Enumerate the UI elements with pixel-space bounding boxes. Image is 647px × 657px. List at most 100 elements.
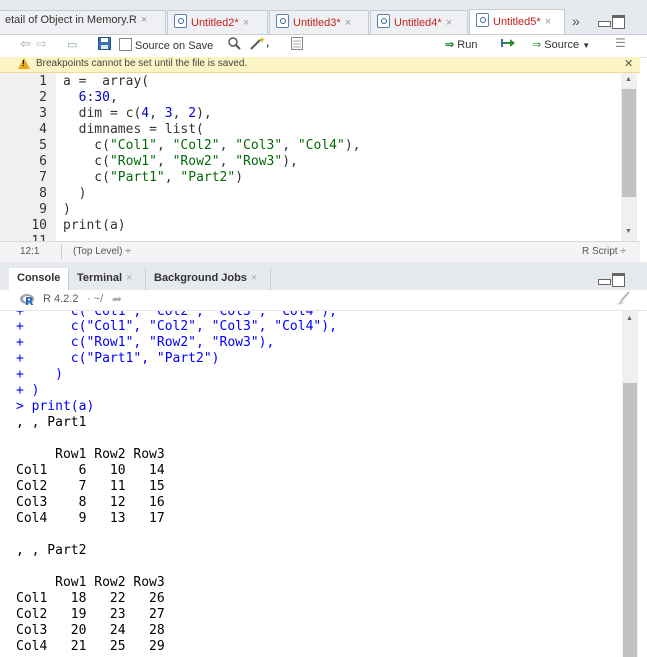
code-line: 2 6:30, <box>0 90 620 106</box>
line-number: 6 <box>39 154 47 169</box>
compile-report-icon[interactable] <box>291 37 303 53</box>
outline-icon[interactable]: ☰ <box>615 36 626 50</box>
source-button[interactable]: ⇒ Source ▼ <box>532 38 590 51</box>
editor-tab-label: Untitled2* <box>191 17 239 29</box>
close-warning-icon[interactable]: ✕ <box>624 57 633 70</box>
close-tab-icon[interactable]: × <box>545 16 551 28</box>
scroll-up-icon[interactable]: ▲ <box>626 315 633 322</box>
console-output[interactable]: + c("Col1", "Col2", "Col3", "Col4"), + c… <box>0 311 622 657</box>
code-line: 6 c("Row1", "Row2", "Row3"), <box>0 154 620 170</box>
maximize-icon[interactable] <box>612 15 625 29</box>
code-line: 5 c("Col1", "Col2", "Col3", "Col4"), <box>0 138 620 154</box>
run-arrow-icon: ⇒ <box>445 39 455 51</box>
editor-status-bar: 12:1 (Top Level) ÷ R Script ÷ <box>0 241 640 262</box>
scroll-up-icon[interactable]: ▲ <box>625 76 632 83</box>
editor-scrollbar[interactable]: ▲ ▼ <box>621 73 637 241</box>
clear-console-icon[interactable] <box>615 291 631 310</box>
console-tab-terminal[interactable]: Terminal × <box>69 268 146 290</box>
working-directory[interactable]: · ~/ <box>87 293 103 305</box>
rerun-icon[interactable] <box>500 37 518 52</box>
console-tab-bar: Console Terminal × Background Jobs × <box>0 268 647 291</box>
console-tab-label: Terminal <box>77 272 123 284</box>
code-line: 4 dimnames = list( <box>0 122 620 138</box>
code-text: dim = c(4, 3, 2), <box>63 106 212 121</box>
r-file-icon <box>377 14 390 28</box>
code-line: 9) <box>0 202 620 218</box>
close-tab-icon[interactable]: × <box>345 17 351 29</box>
console-line: + c("Col1", "Col2", "Col3", "Col4"), <box>16 319 337 334</box>
code-line: 8 ) <box>0 186 620 202</box>
code-line: 1 a = array( <box>0 74 620 90</box>
tab-overflow-icon[interactable]: » <box>572 13 580 29</box>
line-number: 7 <box>39 170 47 185</box>
find-replace-icon[interactable] <box>228 37 241 53</box>
code-line: 10 print(a) <box>0 218 620 234</box>
code-tools-wand-icon[interactable] <box>250 36 272 53</box>
editor-tab-label: Untitled3* <box>293 17 341 29</box>
console-tab-label: Background Jobs <box>154 272 247 284</box>
editor-tab-label: Untitled4* <box>394 17 442 29</box>
console-line: + ) <box>16 383 40 398</box>
minimize-icon[interactable] <box>598 21 611 27</box>
console-tab-console[interactable]: Console <box>9 268 69 291</box>
source-on-save-label: Source on Save <box>135 40 214 52</box>
editor-toolbar: ⇦ ⇨ ▭ Source on Save ⇒ Run ⇒ Source ▼ ☰ <box>0 35 647 58</box>
close-tab-icon[interactable]: × <box>251 272 257 284</box>
r-file-icon <box>476 13 489 27</box>
line-number: 1 <box>39 74 47 89</box>
console-tab-background-jobs[interactable]: Background Jobs × <box>146 268 271 290</box>
close-tab-icon[interactable]: × <box>243 17 249 29</box>
r-file-icon <box>174 14 187 28</box>
chevron-down-icon[interactable]: ▼ <box>582 41 590 50</box>
back-arrow-icon[interactable]: ⇦ <box>20 36 31 52</box>
editor-tab-1[interactable]: etail of Object in Memory.R × <box>0 10 166 34</box>
forward-arrow-icon[interactable]: ⇨ <box>36 36 47 52</box>
line-number: 10 <box>31 218 47 233</box>
editor-scroll-thumb[interactable] <box>622 89 636 197</box>
editor-tab-label: Untitled5* <box>493 16 541 28</box>
code-text: a = array( <box>63 74 150 89</box>
code-text: c("Col1", "Col2", "Col3", "Col4"), <box>63 138 361 153</box>
console-scrollbar[interactable]: ▲ <box>622 311 638 657</box>
close-tab-icon[interactable]: × <box>141 14 147 26</box>
r-logo-icon: R <box>20 293 34 308</box>
close-tab-icon[interactable]: × <box>446 17 452 29</box>
line-number: 8 <box>39 186 47 201</box>
editor-tab-5[interactable]: Untitled5* × <box>469 9 565 34</box>
run-label: Run <box>457 39 478 51</box>
warning-text: Breakpoints cannot be set until the file… <box>36 58 248 69</box>
code-editor[interactable]: 1a = array(2 6:30, 3 dim = c(4, 3, 2), 4 d… <box>0 73 621 241</box>
editor-tab-4[interactable]: Untitled4* × <box>370 10 468 34</box>
line-number: 5 <box>39 138 47 153</box>
svg-text:R: R <box>25 295 34 306</box>
show-in-window-icon[interactable]: ▭ <box>67 38 77 51</box>
console-line: Col3 8 12 16 <box>16 495 165 510</box>
save-icon[interactable] <box>98 37 111 53</box>
code-text: ) <box>63 202 71 217</box>
console-line: > print(a) <box>16 399 95 414</box>
console-line: Col4 21 25 29 <box>16 639 165 654</box>
scroll-down-icon[interactable]: ▼ <box>625 228 632 235</box>
close-tab-icon[interactable]: × <box>126 272 132 284</box>
code-text: c("Row1", "Row2", "Row3"), <box>63 154 298 169</box>
editor-tab-2[interactable]: Untitled2* × <box>167 10 268 34</box>
console-line: Col1 18 22 26 <box>16 591 165 606</box>
console-line: , , Part1 <box>16 415 87 430</box>
maximize-icon[interactable] <box>612 273 625 287</box>
console-scroll-thumb[interactable] <box>623 383 637 657</box>
source-arrow-icon: ⇒ <box>532 39 542 51</box>
code-line: 11 <box>0 234 620 241</box>
line-number: 4 <box>39 122 47 137</box>
source-on-save-checkbox[interactable]: Source on Save <box>119 38 213 52</box>
console-line: Col2 19 23 27 <box>16 607 165 622</box>
scope-selector[interactable]: (Top Level) ÷ <box>73 246 131 257</box>
editor-tab-3[interactable]: Untitled3* × <box>269 10 369 34</box>
editor-window-controls <box>598 15 628 29</box>
minimize-icon[interactable] <box>598 279 611 285</box>
code-text: dimnames = list( <box>63 122 204 137</box>
run-button[interactable]: ⇒ Run <box>445 38 477 51</box>
go-to-directory-icon[interactable]: ➦ <box>112 292 122 306</box>
r-version: R 4.2.2 <box>43 293 79 305</box>
console-header: R R 4.2.2 · ~/ ➦ <box>0 290 647 311</box>
file-type-selector[interactable]: R Script ÷ <box>582 246 626 257</box>
